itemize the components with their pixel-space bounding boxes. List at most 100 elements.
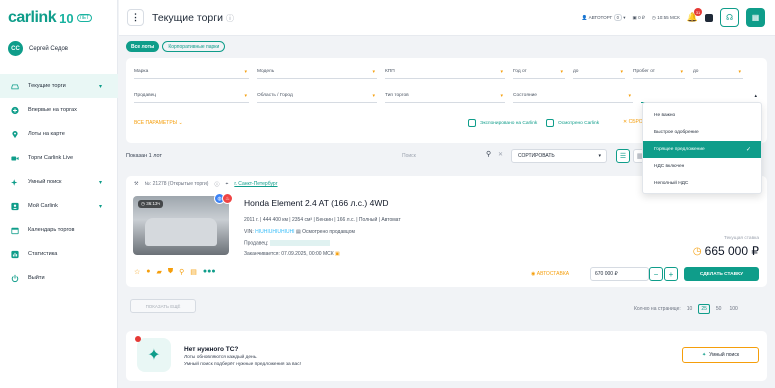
- coin-icon[interactable]: ●: [146, 268, 150, 276]
- autobid-toggle[interactable]: ◉ АВТОСТАВКА: [531, 271, 569, 277]
- tab-all-lots[interactable]: Все лоты: [126, 41, 160, 52]
- lot-city-link[interactable]: г. Санкт-Петербург: [234, 181, 277, 188]
- year-to-select[interactable]: до ▾: [573, 65, 625, 79]
- lot-badges: ◍ ♨: [214, 193, 233, 204]
- dropdown-option[interactable]: Неполный НДС: [643, 175, 761, 192]
- condition-select[interactable]: Состояние ▾: [513, 89, 633, 103]
- more-dots-icon[interactable]: ●●●: [203, 268, 216, 276]
- gearbox-label: КПП: [385, 69, 395, 74]
- make-select[interactable]: Марка ▾: [134, 65, 249, 79]
- current-bid-value: 665 000 ₽: [704, 244, 759, 258]
- lot-photo[interactable]: ◷ 36:13ч: [133, 196, 229, 255]
- list-view-button[interactable]: ☰: [616, 149, 630, 163]
- smart-search-label: Умный поиск: [709, 352, 740, 358]
- fire-badge-icon: ♨: [222, 193, 233, 204]
- timer-icon: ◷: [141, 201, 145, 206]
- search-input[interactable]: Поиск: [402, 153, 416, 159]
- support-button[interactable]: ☊: [720, 8, 739, 27]
- sidebar-item-live[interactable]: Торги Carlink Live: [0, 146, 118, 170]
- sidebar-item-label: Мой Carlink: [28, 203, 58, 209]
- sidebar-item-my-carlink[interactable]: Мой Carlink ▾: [0, 194, 118, 218]
- per-page-option[interactable]: 50: [714, 305, 724, 313]
- person-card-icon: [11, 202, 19, 210]
- power-icon: [11, 274, 19, 282]
- balance[interactable]: ▣ 0 ₽: [633, 15, 645, 21]
- per-page-option[interactable]: 10: [685, 305, 695, 313]
- info-icon[interactable]: ⓘ: [226, 14, 234, 23]
- sidebar-item-logout[interactable]: Выйти: [0, 266, 118, 290]
- sidebar-item-label: Лоты на карте: [28, 131, 65, 137]
- auction-type-select[interactable]: Тип торгов ▾: [385, 89, 505, 103]
- notifications-button[interactable]: 🔔 31: [687, 8, 702, 23]
- carlink-logo[interactable]: carlink 10 ЛЕТ: [8, 8, 108, 28]
- user-profile[interactable]: СС Сергей Седов: [8, 41, 68, 56]
- search-icon[interactable]: ⚲: [486, 150, 491, 158]
- dropdown-option-selected[interactable]: Горящее предложение ✓: [643, 141, 761, 158]
- calendar-icon: [11, 226, 19, 234]
- show-more-button[interactable]: ПОКАЗАТЬ ЕЩЁ: [130, 299, 196, 313]
- sort-select[interactable]: СОРТИРОВАТЬ ▾: [511, 149, 607, 163]
- truck-icon[interactable]: ▰: [157, 268, 162, 276]
- bid-decrease-button[interactable]: −: [649, 267, 663, 281]
- calendar-icon[interactable]: ▣: [335, 251, 340, 257]
- seller-select[interactable]: Продавец ▾: [134, 89, 249, 103]
- plus-icon: +: [668, 269, 674, 279]
- shield-icon[interactable]: ⛊: [168, 268, 173, 276]
- model-select[interactable]: Модель ▾: [257, 65, 377, 79]
- info-icon[interactable]: ⓘ: [214, 181, 219, 188]
- sidebar-item-first-time[interactable]: Впервые на торгах: [0, 98, 118, 122]
- dropdown-option[interactable]: Быстрое одобрение: [643, 124, 761, 141]
- promo-title: Нет нужного ТС?: [184, 346, 239, 353]
- document-icon[interactable]: ▤: [190, 268, 197, 276]
- chevron-down-icon: ▾: [98, 83, 102, 90]
- chevron-down-icon: ▾: [620, 68, 623, 75]
- sidebar-item-statistics[interactable]: Статистика: [0, 242, 118, 266]
- grid-icon: ▦: [751, 13, 760, 22]
- sidebar-item-calendar[interactable]: Календарь торгов: [0, 218, 118, 242]
- mileage-to-select[interactable]: до ▾: [693, 65, 743, 79]
- dropdown-option[interactable]: НДС включен: [643, 158, 761, 175]
- bid-increase-button[interactable]: +: [664, 267, 678, 281]
- make-bid-button[interactable]: СДЕЛАТЬ СТАВКУ: [684, 267, 759, 281]
- apps-button[interactable]: ▦: [746, 8, 765, 27]
- chevron-down-icon: ▾: [628, 92, 631, 99]
- year-from-select[interactable]: Год от ▾: [513, 65, 565, 79]
- per-page-option-selected[interactable]: 25: [698, 304, 710, 314]
- sidebar-item-label: Выйти: [28, 275, 45, 281]
- sidebar-item-smart-search[interactable]: Умный поиск ▾: [0, 170, 118, 194]
- close-icon: ✕: [623, 119, 628, 125]
- mileage-from-select[interactable]: Пробег от ▾: [633, 65, 685, 79]
- sidebar-item-current-auctions[interactable]: Текущие торги ▾: [0, 74, 118, 98]
- current-bid-label: Текущая ставка: [723, 236, 759, 241]
- tab-corporate-parks[interactable]: Корпоративные парки: [162, 41, 226, 52]
- sidebar: carlink 10 ЛЕТ СС Сергей Седов Текущие т…: [0, 0, 118, 388]
- autobid-label: АВТОСТАВКА: [536, 271, 570, 277]
- sidebar-item-map[interactable]: Лоты на карте: [0, 122, 118, 146]
- inspected-carlink-checkbox[interactable]: Осмотрено Carlink: [546, 119, 599, 127]
- checkbox-box: [468, 119, 476, 127]
- per-page-option[interactable]: 100: [727, 305, 739, 313]
- option-label: Горящее предложение: [654, 147, 705, 152]
- star-icon[interactable]: ☆: [134, 268, 140, 276]
- search-icon[interactable]: ⚲: [179, 268, 184, 276]
- more-menu-button[interactable]: ⋮: [127, 9, 144, 26]
- all-params-toggle[interactable]: ВСЕ ПАРАМЕТРЫ ⌄: [134, 120, 183, 126]
- lot-ends: Заканчивается: 07.09.2025, 00:00 МСК ▣: [244, 251, 340, 257]
- dropdown-option[interactable]: Не важно: [643, 107, 761, 124]
- lot-title[interactable]: Honda Element 2.4 AT (166 л.с.) 4WD: [244, 198, 389, 208]
- clock-time: 10:55 МСК: [657, 14, 680, 20]
- location-pin-icon: ⌖: [225, 181, 229, 187]
- clear-search-icon[interactable]: ✕: [498, 151, 503, 158]
- chat-icon[interactable]: [705, 13, 713, 22]
- region-select[interactable]: Область / Город ▾: [257, 89, 377, 103]
- gearbox-select[interactable]: КПП ▾: [385, 65, 505, 79]
- chevron-down-icon: ▾: [244, 68, 247, 75]
- bid-amount-input[interactable]: 670 000 ₽: [590, 267, 649, 281]
- clock-icon: ◷: [651, 14, 656, 20]
- sidebar-item-label: Статистика: [28, 251, 58, 257]
- exhibited-carlink-checkbox[interactable]: Экспонировано на Carlink: [468, 119, 537, 127]
- smart-search-button[interactable]: ✦ Умный поиск: [682, 347, 759, 363]
- page-title-text: Текущие торги: [152, 12, 223, 24]
- special-offer-select[interactable]: ▴: [641, 89, 759, 103]
- account-switcher[interactable]: 👤 АВТОТОРГ 0 ▾: [582, 13, 626, 21]
